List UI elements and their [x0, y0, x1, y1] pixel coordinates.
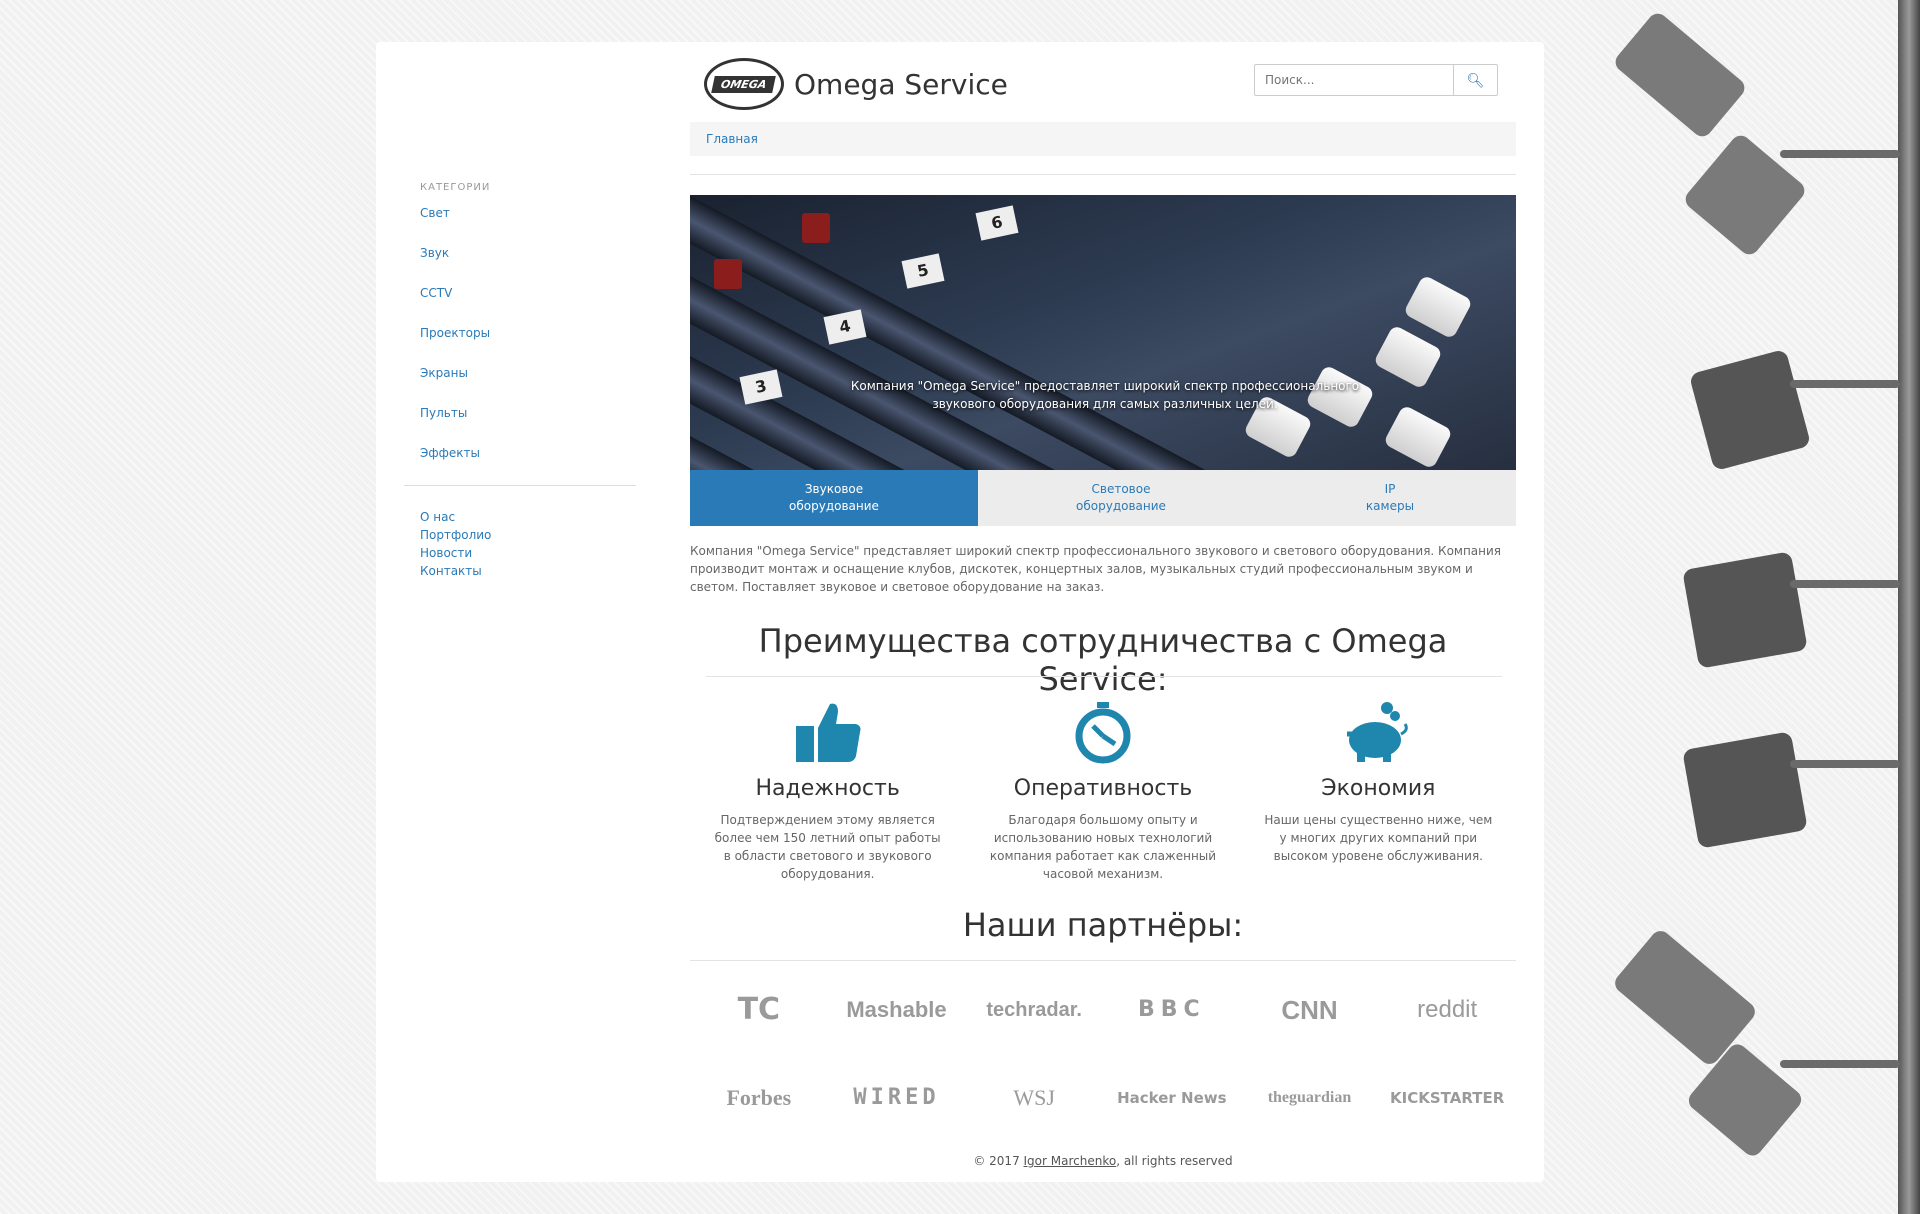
footer-author-link[interactable]: Igor Marchenko — [1024, 1154, 1117, 1168]
thumbs-up-icon — [690, 696, 965, 768]
header-divider — [690, 174, 1516, 175]
footer: © 2017 Igor Marchenko, all rights reserv… — [690, 1154, 1516, 1168]
light-arm — [1780, 1060, 1900, 1068]
tab-label: IP — [1384, 482, 1396, 496]
fader-number: 5 — [901, 253, 945, 289]
main-page-container: OMEGA Omega Service 🔍︎ Главная КАТЕГОРИИ… — [376, 42, 1544, 1182]
partners-divider — [690, 960, 1516, 961]
tab-sublabel: оборудование — [1076, 499, 1166, 513]
partner-wired-logo[interactable]: WIRED — [828, 1080, 966, 1116]
category-link-screens[interactable]: Экраны — [404, 365, 636, 405]
partner-bbc-logo[interactable]: BBC — [1103, 992, 1241, 1028]
piggy-bank-icon — [1241, 696, 1516, 768]
fader-knob — [1382, 404, 1454, 470]
fader-number: 3 — [739, 369, 783, 405]
advantage-title: Надежность — [755, 776, 900, 801]
light-arm — [1790, 760, 1900, 768]
news-link[interactable]: Новости — [404, 544, 636, 562]
light-arm — [1780, 150, 1900, 158]
about-link[interactable]: О нас — [404, 508, 636, 526]
breadcrumb: Главная — [690, 122, 1516, 156]
omega-logo-icon: OMEGA — [704, 58, 784, 110]
portfolio-link[interactable]: Портфолио — [404, 526, 636, 544]
partner-forbes-logo[interactable]: Forbes — [690, 1080, 828, 1116]
hero-tabs: Звуковое оборудование Световое оборудова… — [690, 470, 1516, 526]
category-link-cctv[interactable]: CCTV — [404, 285, 636, 325]
category-link-effects[interactable]: Эффекты — [404, 445, 636, 485]
tab-label: Звуковое — [804, 482, 864, 496]
advantage-economy: Экономия Наши цены существенно ниже, чем… — [1241, 696, 1516, 883]
light-pole — [1898, 0, 1920, 1214]
partner-reddit-logo[interactable]: reddit — [1378, 992, 1516, 1028]
advantage-title: Оперативность — [1013, 776, 1193, 801]
fader-number: 6 — [975, 205, 1019, 241]
stage-light-icon — [1682, 551, 1808, 669]
partner-kickstarter-logo[interactable]: KICKSTARTER — [1378, 1080, 1516, 1116]
hero-caption: Компания "Omega Service" предоставляет ш… — [850, 379, 1360, 411]
tab-ip-cameras[interactable]: IP камеры — [1264, 470, 1516, 526]
tab-sublabel: оборудование — [789, 499, 879, 513]
partner-techcrunch-logo[interactable]: TC — [690, 992, 828, 1028]
decorative-stage-lights — [1590, 0, 1920, 1214]
fader-knob — [1402, 274, 1474, 340]
partner-techradar-logo[interactable]: techradar. — [965, 992, 1103, 1028]
categories-heading: КАТЕГОРИИ — [420, 182, 491, 193]
stage-light-icon — [1682, 731, 1808, 849]
stopwatch-icon — [965, 696, 1240, 768]
advantage-speed: Оперативность Благодаря большому опыту и… — [965, 696, 1240, 883]
partners-heading: Наши партнёры: — [962, 906, 1244, 944]
footer-rights: , all rights reserved — [1116, 1154, 1233, 1168]
advantages-divider — [706, 676, 1502, 677]
tab-light-equipment[interactable]: Световое оборудование — [978, 470, 1264, 526]
search-button[interactable]: 🔍︎ — [1454, 64, 1498, 96]
stage-light-icon — [1611, 9, 1749, 141]
advantage-title: Экономия — [1321, 776, 1436, 801]
site-title: Omega Service — [794, 67, 1008, 101]
advantage-text: Подтверждением этому является более чем … — [714, 813, 941, 881]
category-link-projectors[interactable]: Проекторы — [404, 325, 636, 365]
advantage-reliability: Надежность Подтверждением этому является… — [690, 696, 965, 883]
category-link-light[interactable]: Свет — [404, 205, 636, 245]
hero-slider[interactable]: 3 4 5 6 Компания "Omega Service" предост… — [690, 195, 1516, 470]
partner-wsj-logo[interactable]: WSJ — [965, 1080, 1103, 1116]
hero-red-button — [802, 213, 830, 243]
hero-red-button — [714, 259, 742, 289]
partner-mashable-logo[interactable]: Mashable — [828, 992, 966, 1028]
tab-sound-equipment[interactable]: Звуковое оборудование — [690, 470, 978, 526]
tab-sublabel: камеры — [1365, 499, 1415, 513]
partner-guardian-logo[interactable]: theguardian — [1241, 1080, 1379, 1116]
advantages-heading: Преимущества сотрудничества с Omega Serv… — [758, 622, 1448, 698]
partner-hacker-news-logo[interactable]: Hacker News — [1103, 1080, 1241, 1116]
partners-logos: TC Mashable techradar. BBC CNN reddit Fo… — [690, 992, 1516, 1116]
tab-label: Световое — [1091, 482, 1151, 496]
search-form: 🔍︎ — [1254, 64, 1498, 96]
advantage-text: Наши цены существенно ниже, чем у многих… — [1264, 813, 1493, 863]
categories-list: Свет Звук CCTV Проекторы Экраны Пульты Э… — [404, 205, 636, 485]
category-link-consoles[interactable]: Пульты — [404, 405, 636, 445]
stage-light-icon — [1688, 348, 1812, 472]
search-icon: 🔍︎ — [1466, 71, 1485, 88]
intro-text: Компания "Omega Service" представляет ши… — [690, 544, 1502, 594]
light-arm — [1790, 580, 1900, 588]
sidebar-divider — [404, 485, 636, 486]
search-input[interactable] — [1254, 64, 1454, 96]
sidebar: КАТЕГОРИИ Свет Звук CCTV Проекторы Экран… — [404, 182, 636, 580]
advantages-list: Надежность Подтверждением этому является… — [690, 696, 1516, 883]
site-logo[interactable]: OMEGA Omega Service — [704, 58, 1008, 110]
contacts-link[interactable]: Контакты — [404, 562, 636, 580]
partner-cnn-logo[interactable]: CNN — [1241, 992, 1379, 1028]
breadcrumb-home-link[interactable]: Главная — [706, 132, 758, 146]
fader-knob — [1372, 324, 1444, 390]
info-links-list: О нас Портфолио Новости Контакты — [404, 508, 636, 580]
category-link-sound[interactable]: Звук — [404, 245, 636, 285]
advantage-text: Благодаря большому опыту и использованию… — [989, 813, 1217, 881]
light-arm — [1790, 380, 1900, 388]
footer-copyright: © 2017 — [973, 1154, 1024, 1168]
